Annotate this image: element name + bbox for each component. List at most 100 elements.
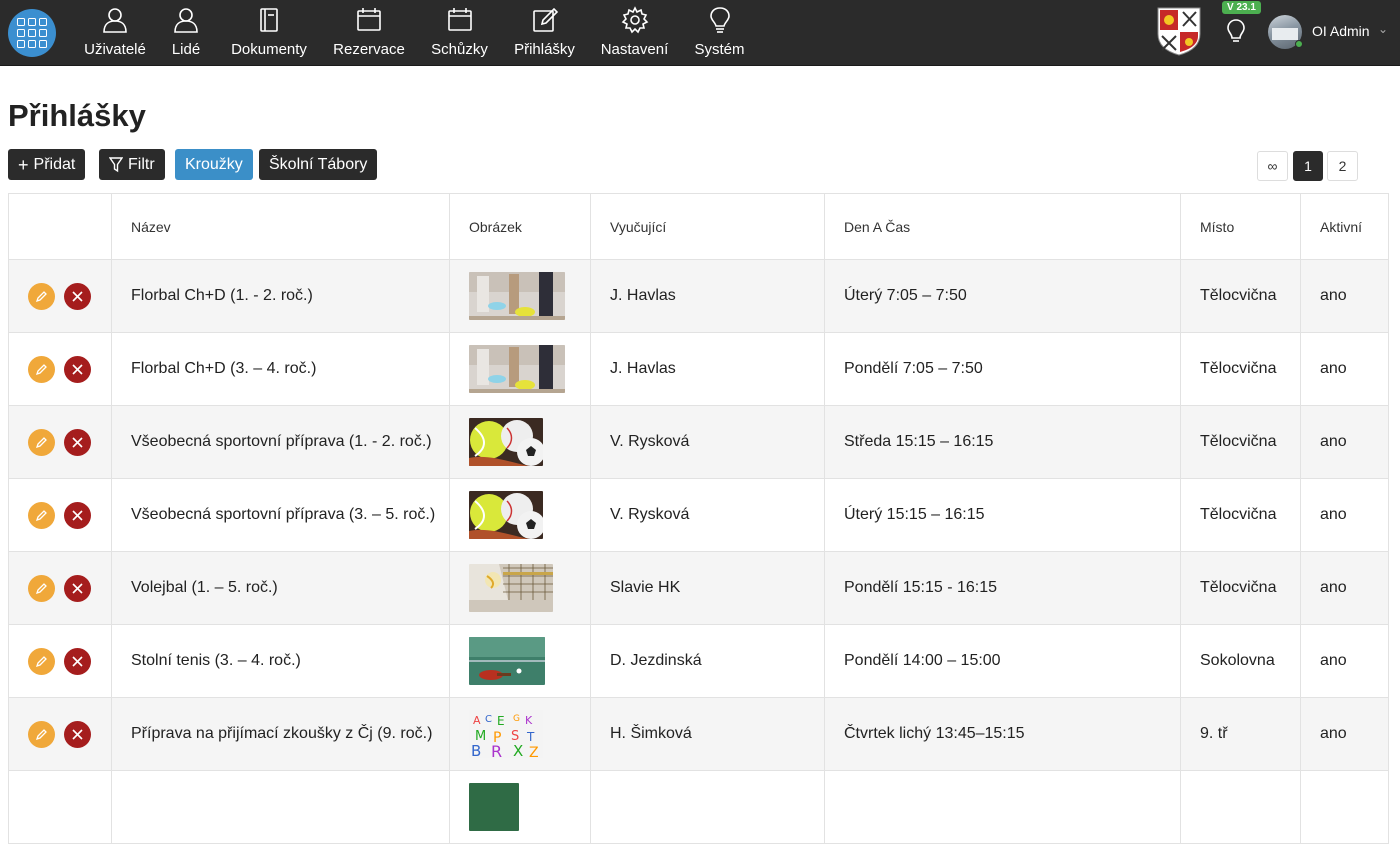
edit-button[interactable] [28,647,55,675]
pagination-page-2[interactable]: 2 [1327,151,1358,181]
row-actions [28,647,111,675]
plus-icon: + [18,154,29,175]
page-title: Přihlášky [8,98,146,133]
pagination-all[interactable]: ∞ [1257,151,1288,181]
lightbulb-icon[interactable] [1224,18,1248,46]
delete-button[interactable] [64,428,91,456]
close-icon [72,509,83,521]
nav-item-reservations[interactable]: Rezervace [331,0,407,66]
image-cell [449,624,591,698]
table-row: Příprava na přijímací zkoušky z Čj (9. r… [8,697,1389,771]
day-time-cell: Úterý 7:05 – 7:50 [824,259,1181,333]
place-cell: Tělocvična [1180,478,1301,552]
column-header-actions [8,193,112,260]
edit-button[interactable] [28,574,55,602]
day-time-cell: Pondělí 14:00 – 15:00 [824,624,1181,698]
active-cell: ano [1300,624,1389,698]
pencil-icon [35,290,47,302]
nav-item-applications[interactable]: Přihlášky [511,0,578,66]
nav-item-users-label: Uživatelé [84,41,146,58]
edit-button[interactable] [28,501,55,529]
active-cell: ano [1300,478,1389,552]
edit-button[interactable] [28,428,55,456]
activity-thumbnail[interactable] [469,345,565,393]
activity-thumbnail[interactable] [469,491,543,539]
image-cell [449,697,591,771]
delete-button[interactable] [64,647,91,675]
actions-cell [8,551,112,625]
image-cell [449,259,591,333]
column-header-day-time[interactable]: Den A Čas [824,193,1181,260]
add-button-label: Přidat [33,155,76,173]
nav-item-meetings[interactable]: Schůzky [429,0,490,66]
user-menu-name[interactable]: OI Admin [1312,23,1370,39]
nav-item-people-label: Lidé [171,41,201,58]
table-row: Stolní tenis (3. – 4. roč.) D. Jezdinská… [8,624,1389,698]
column-header-active[interactable]: Aktivní [1300,193,1389,260]
nav-item-users[interactable]: Uživatelé [82,0,148,66]
name-cell: Všeobecná sportovní příprava (3. – 5. ro… [111,478,450,552]
row-actions [28,428,111,456]
name-cell: Florbal Ch+D (1. - 2. roč.) [111,259,450,333]
active-cell [1300,770,1389,844]
add-button[interactable]: + Přidat [8,149,86,180]
delete-button[interactable] [64,355,91,383]
day-time-cell: Pondělí 15:15 - 16:15 [824,551,1181,625]
day-time-cell: Čtvrtek lichý 13:45–15:15 [824,697,1181,771]
edit-button[interactable] [28,282,55,310]
delete-button[interactable] [64,720,91,748]
actions-cell [8,478,112,552]
activity-thumbnail[interactable] [469,564,553,612]
nav-item-documents[interactable]: Dokumenty [228,0,310,66]
gear-icon [621,6,648,34]
pagination-page-1[interactable]: 1 [1293,151,1323,181]
delete-button[interactable] [64,501,91,529]
document-icon [260,8,278,32]
edit-button[interactable] [28,720,55,748]
column-header-image[interactable]: Obrázek [449,193,591,260]
name-cell: Florbal Ch+D (3. – 4. roč.) [111,332,450,406]
day-time-cell: Úterý 15:15 – 16:15 [824,478,1181,552]
table-row: Florbal Ch+D (1. - 2. roč.) J. Havlas Út… [8,259,1389,333]
column-header-place[interactable]: Místo [1180,193,1301,260]
app-menu-button[interactable] [8,9,56,57]
activity-thumbnail[interactable] [469,783,519,831]
nav-item-system-label: Systém [694,41,745,58]
school-crest-logo [1157,7,1201,56]
close-icon [72,363,83,375]
close-icon [72,728,83,740]
nav-item-people[interactable]: Lidé [169,0,203,66]
table-row: Všeobecná sportovní příprava (3. – 5. ro… [8,478,1389,552]
pencil-icon [35,509,47,521]
delete-button[interactable] [64,282,91,310]
edit-button[interactable] [28,355,55,383]
name-cell [111,770,450,844]
actions-cell [8,405,112,479]
activity-thumbnail[interactable] [469,418,543,466]
place-cell: Tělocvična [1180,259,1301,333]
nav-item-meetings-label: Schůzky [431,41,488,58]
close-icon [72,290,83,302]
filter-button[interactable]: Filtr [99,149,165,180]
place-cell [1180,770,1301,844]
column-header-name[interactable]: Název [111,193,450,260]
nav-item-system[interactable]: Systém [693,0,746,66]
table-row: Všeobecná sportovní příprava (1. - 2. ro… [8,405,1389,479]
active-cell: ano [1300,405,1389,479]
school-camps-button[interactable]: Školní Tábory [259,149,378,180]
activity-thumbnail[interactable] [469,272,565,320]
nav-item-settings[interactable]: Nastavení [598,0,671,66]
activity-thumbnail[interactable] [469,637,545,685]
version-badge: V 23.1 [1222,1,1261,14]
table-row [8,770,1389,844]
clubs-button[interactable]: Kroužky [175,149,253,180]
teacher-cell: D. Jezdinská [590,624,825,698]
activity-thumbnail[interactable] [469,710,543,758]
actions-cell [8,697,112,771]
actions-cell [8,624,112,698]
delete-button[interactable] [64,574,91,602]
clubs-button-label: Kroužky [185,155,243,173]
people-icon [174,8,198,33]
chevron-down-icon[interactable]: ⌄ [1378,22,1388,36]
column-header-teacher[interactable]: Vyučující [590,193,825,260]
